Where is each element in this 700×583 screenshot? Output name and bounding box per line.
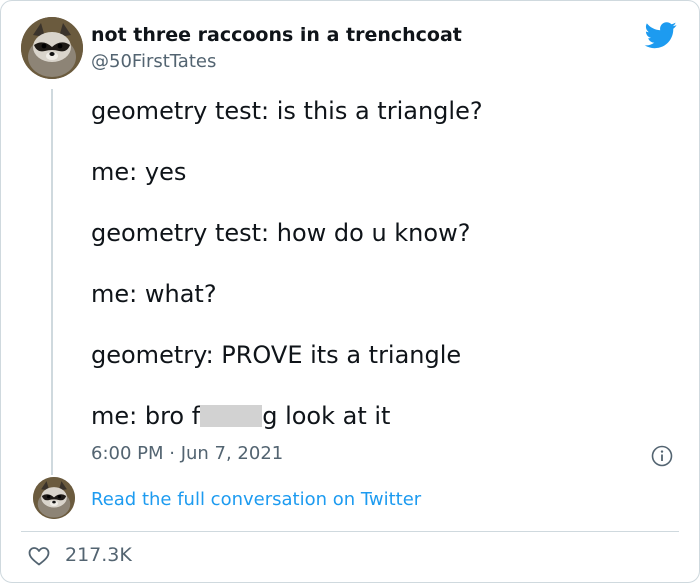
tweet-text-line: me: yes	[91, 158, 187, 186]
avatar-small[interactable]	[33, 477, 75, 519]
read-conversation-link[interactable]: Read the full conversation on Twitter	[91, 489, 421, 510]
thread-connector-line	[51, 89, 53, 475]
like-count[interactable]: 217.3K	[65, 544, 132, 566]
twitter-bird-icon[interactable]	[643, 19, 679, 51]
info-icon[interactable]	[651, 445, 673, 467]
tweet-timestamp[interactable]: 6:00 PM · Jun 7, 2021	[91, 443, 283, 464]
raccoon-avatar-image	[33, 477, 75, 519]
tweet-text-line: me: what?	[91, 280, 217, 308]
tweet-text-line: geometry: PROVE its a triangle	[91, 341, 462, 369]
censor-block	[200, 405, 263, 427]
tweet-text-line: geometry test: how do u know?	[91, 219, 471, 247]
display-name[interactable]: not three raccoons in a trenchcoat	[91, 24, 462, 46]
raccoon-avatar-image	[21, 17, 83, 79]
divider	[21, 531, 679, 532]
tweet-text-line-censored: me: bro f g look at it	[91, 402, 390, 430]
avatar[interactable]	[21, 17, 83, 79]
heart-icon[interactable]	[27, 544, 51, 568]
tweet-card: not three raccoons in a trenchcoat @50Fi…	[0, 0, 700, 583]
tweet-text-prefix: me: bro f	[91, 402, 201, 430]
tweet-text-line: geometry test: is this a triangle?	[91, 97, 483, 125]
tweet-text-suffix: g look at it	[262, 402, 391, 430]
user-handle[interactable]: @50FirstTates	[91, 51, 216, 72]
